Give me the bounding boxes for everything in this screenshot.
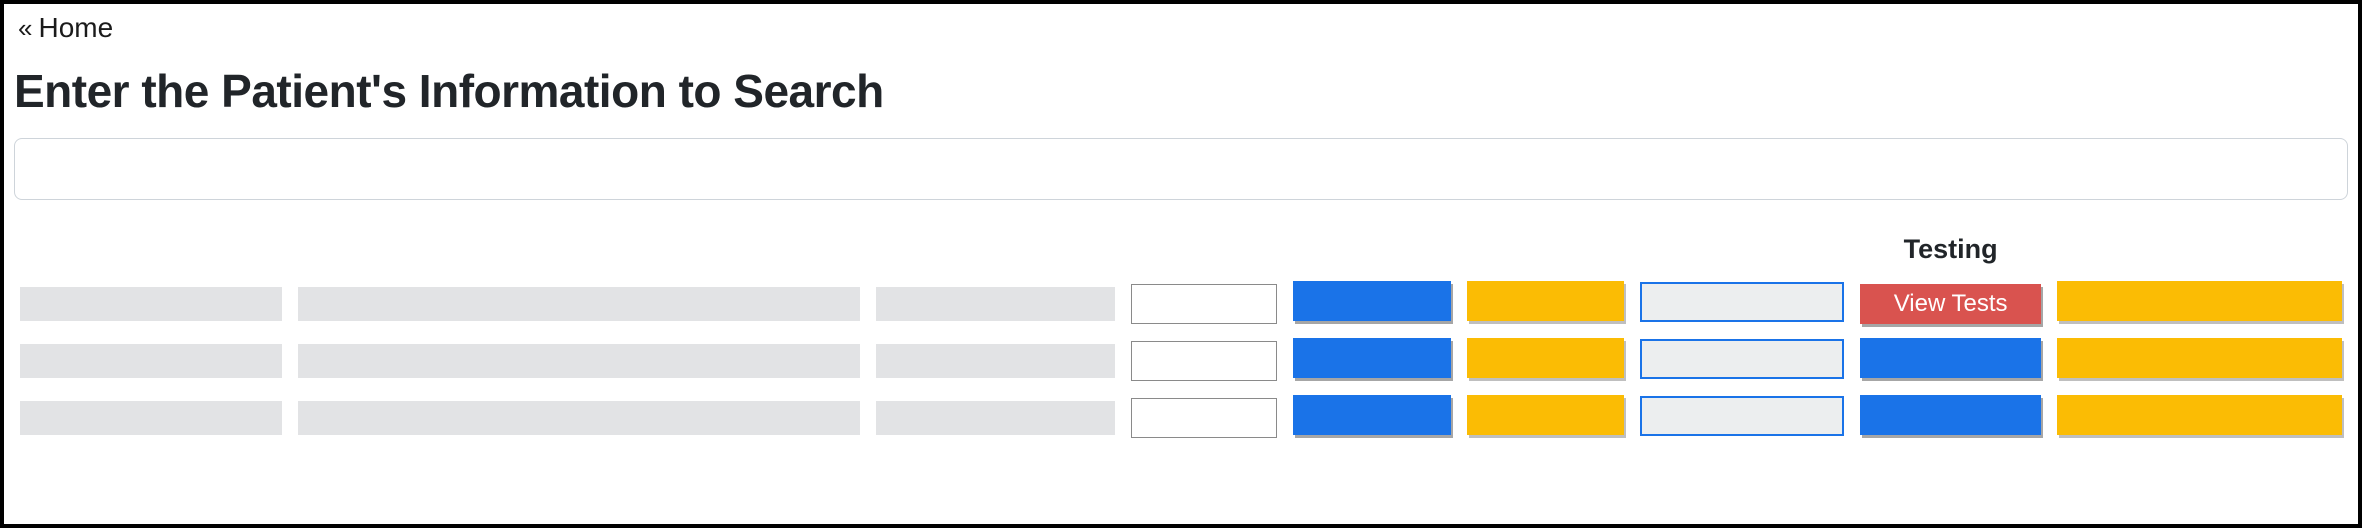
row-yellow-button[interactable] (1467, 281, 1625, 321)
col-header-1 (290, 228, 869, 275)
placeholder-cell (298, 287, 861, 321)
row-far-yellow-button[interactable] (2057, 281, 2342, 321)
table-row: View Tests (12, 275, 2350, 332)
search-wrap (12, 138, 2350, 228)
row-yellow-button[interactable] (1467, 338, 1625, 378)
view-tests-button[interactable]: View Tests (1860, 284, 2041, 324)
row-blue-button[interactable] (1293, 281, 1451, 321)
row-outline-button[interactable] (1640, 282, 1844, 322)
col-header-5 (1459, 228, 1633, 275)
col-header-8 (2049, 228, 2350, 275)
row-yellow-button[interactable] (1467, 395, 1625, 435)
row-far-yellow-button[interactable] (2057, 395, 2342, 435)
row-testing-button[interactable] (1860, 395, 2041, 435)
col-header-2 (868, 228, 1123, 275)
col-header-testing: Testing (1852, 228, 2049, 275)
placeholder-cell (298, 401, 861, 435)
col-header-6 (1632, 228, 1852, 275)
row-outline-button[interactable] (1640, 396, 1844, 436)
placeholder-cell (20, 344, 282, 378)
page-title: Enter the Patient's Information to Searc… (12, 48, 2350, 138)
patient-search-input[interactable] (14, 138, 2348, 200)
placeholder-cell (876, 401, 1115, 435)
placeholder-cell (298, 344, 861, 378)
placeholder-cell (876, 287, 1115, 321)
row-blue-button[interactable] (1293, 395, 1451, 435)
col-header-4 (1285, 228, 1459, 275)
breadcrumb: « Home (12, 10, 2350, 48)
table-header-row: Testing (12, 228, 2350, 275)
row-far-yellow-button[interactable] (2057, 338, 2342, 378)
row-testing-button[interactable] (1860, 338, 2041, 378)
row-outline-button[interactable] (1640, 339, 1844, 379)
row-blue-button[interactable] (1293, 338, 1451, 378)
col-header-0 (12, 228, 290, 275)
table-row (12, 389, 2350, 446)
table-row (12, 332, 2350, 389)
row-input[interactable] (1131, 398, 1277, 438)
placeholder-cell (20, 401, 282, 435)
back-glyph-icon: « (18, 15, 32, 41)
breadcrumb-home-link[interactable]: Home (38, 12, 113, 44)
col-header-3 (1123, 228, 1285, 275)
results-table: Testing View Tests (12, 228, 2350, 446)
placeholder-cell (20, 287, 282, 321)
row-input[interactable] (1131, 341, 1277, 381)
row-input[interactable] (1131, 284, 1277, 324)
placeholder-cell (876, 344, 1115, 378)
